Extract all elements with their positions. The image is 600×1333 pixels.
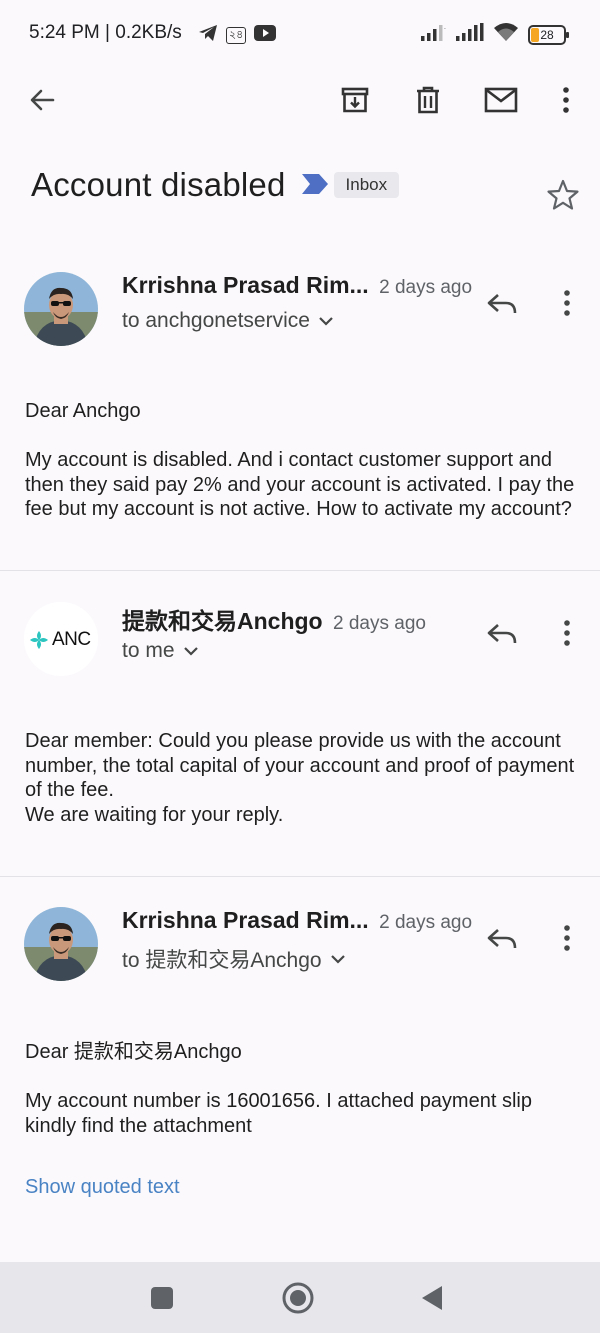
battery-icon: 28 — [528, 24, 569, 45]
message-paragraph: We are waiting for your reply. — [25, 803, 284, 826]
message-more-button[interactable] — [549, 613, 585, 653]
more-vert-icon — [564, 290, 570, 316]
message-paragraph: My account number is 16001656. I attache… — [25, 1090, 532, 1137]
divider — [0, 876, 600, 877]
message-body: Dear member: Could you please provide us… — [25, 729, 580, 827]
nav-back-button[interactable] — [414, 1280, 450, 1316]
home-circle-icon — [282, 1282, 314, 1314]
signal-icon — [456, 23, 484, 46]
clock-text: 5:24 PM — [29, 22, 100, 43]
recipient-toggle[interactable]: to 提款和交易Anchgo — [122, 944, 346, 974]
reply-icon — [487, 294, 517, 314]
sender-line: Krrishna Prasad Rim... 2 days ago — [122, 272, 472, 299]
home-button[interactable] — [280, 1280, 316, 1316]
avatar-text: ANC — [52, 629, 91, 650]
page-title: Account disabled — [31, 166, 286, 203]
recipient-text: to 提款和交易Anchgo — [122, 949, 322, 972]
back-button[interactable] — [20, 78, 64, 122]
more-vert-icon — [563, 87, 569, 113]
youtube-icon — [254, 25, 277, 46]
telegram-icon — [198, 24, 218, 47]
avatar[interactable] — [24, 272, 98, 346]
status-time: 5:24 PM | 0.2KB/s — [29, 22, 182, 44]
reply-icon — [487, 929, 517, 949]
recipient-text: to me — [122, 639, 175, 662]
avatar[interactable] — [24, 907, 98, 981]
message-more-button[interactable] — [549, 283, 585, 323]
notification-icons: ২৪ — [198, 24, 277, 47]
sender-name: 提款和交易Anchgo — [122, 608, 323, 634]
message-date: 2 days ago — [379, 277, 473, 298]
archive-button[interactable] — [333, 78, 377, 122]
recents-button[interactable] — [144, 1280, 180, 1316]
delete-button[interactable] — [406, 78, 450, 122]
star-button[interactable] — [546, 178, 580, 217]
app-notification-badge: ২৪ — [229, 29, 244, 41]
signal-icon: . — [421, 23, 447, 46]
system-icons: . 28 — [421, 22, 569, 47]
sender-line: 提款和交易Anchgo 2 days ago — [122, 602, 426, 636]
importance-marker-icon[interactable] — [301, 173, 328, 199]
message-more-button[interactable] — [549, 918, 585, 958]
back-triangle-icon — [422, 1286, 442, 1310]
more-vert-icon — [564, 925, 570, 951]
network-speed: 0.2KB/s — [115, 22, 182, 43]
recents-square-icon — [151, 1287, 173, 1309]
label-chip[interactable]: Inbox — [333, 172, 400, 198]
subject-row: Account disabled Inbox — [31, 160, 571, 210]
recipient-toggle[interactable]: to anchgonetservice — [122, 309, 334, 333]
status-bar: 5:24 PM | 0.2KB/s ২৪ . 28 — [0, 0, 600, 68]
wifi-icon — [493, 22, 519, 47]
delete-icon — [417, 86, 439, 114]
sender-name: Krrishna Prasad Rim... — [122, 272, 369, 298]
message-date: 2 days ago — [333, 613, 426, 634]
reply-button[interactable] — [482, 284, 522, 324]
show-quoted-text-link[interactable]: Show quoted text — [25, 1176, 180, 1199]
message-body: Dear Anchgo My account is disabled. And … — [25, 399, 580, 522]
avatar[interactable]: ANC — [24, 602, 98, 676]
back-arrow-icon — [30, 89, 55, 111]
message-date: 2 days ago — [379, 912, 473, 933]
message-body: Dear 提款和交易Anchgo My account number is 16… — [25, 1040, 580, 1138]
recipient-toggle[interactable]: to me — [122, 639, 199, 663]
reply-button[interactable] — [482, 919, 522, 959]
chevron-down-icon — [330, 955, 345, 964]
mail-icon — [484, 87, 518, 113]
message-paragraph: Dear 提款和交易Anchgo — [25, 1041, 242, 1063]
archive-icon — [341, 87, 369, 113]
reply-icon — [487, 624, 517, 644]
more-options-button[interactable] — [544, 78, 588, 122]
star-icon — [547, 179, 579, 210]
sender-line: Krrishna Prasad Rim... 2 days ago — [122, 907, 472, 934]
chevron-down-icon — [183, 647, 198, 656]
divider — [0, 570, 600, 571]
system-nav-bar — [0, 1262, 600, 1333]
reply-button[interactable] — [482, 614, 522, 654]
sender-name: Krrishna Prasad Rim... — [122, 907, 369, 933]
chevron-down-icon — [319, 317, 333, 326]
more-vert-icon — [564, 620, 570, 646]
message-paragraph: Dear member: Could you please provide us… — [25, 730, 575, 801]
mark-unread-button[interactable] — [479, 78, 523, 122]
message-paragraph: Dear Anchgo — [25, 400, 141, 422]
top-app-bar — [0, 78, 600, 122]
status-separator: | — [105, 22, 110, 43]
battery-level: 28 — [540, 27, 554, 42]
message-paragraph: My account is disabled. And i contact cu… — [25, 449, 575, 520]
svg-text:.: . — [444, 24, 446, 31]
recipient-text: to anchgonetservice — [122, 309, 310, 332]
app-notification-icon: ২৪ — [226, 27, 247, 44]
